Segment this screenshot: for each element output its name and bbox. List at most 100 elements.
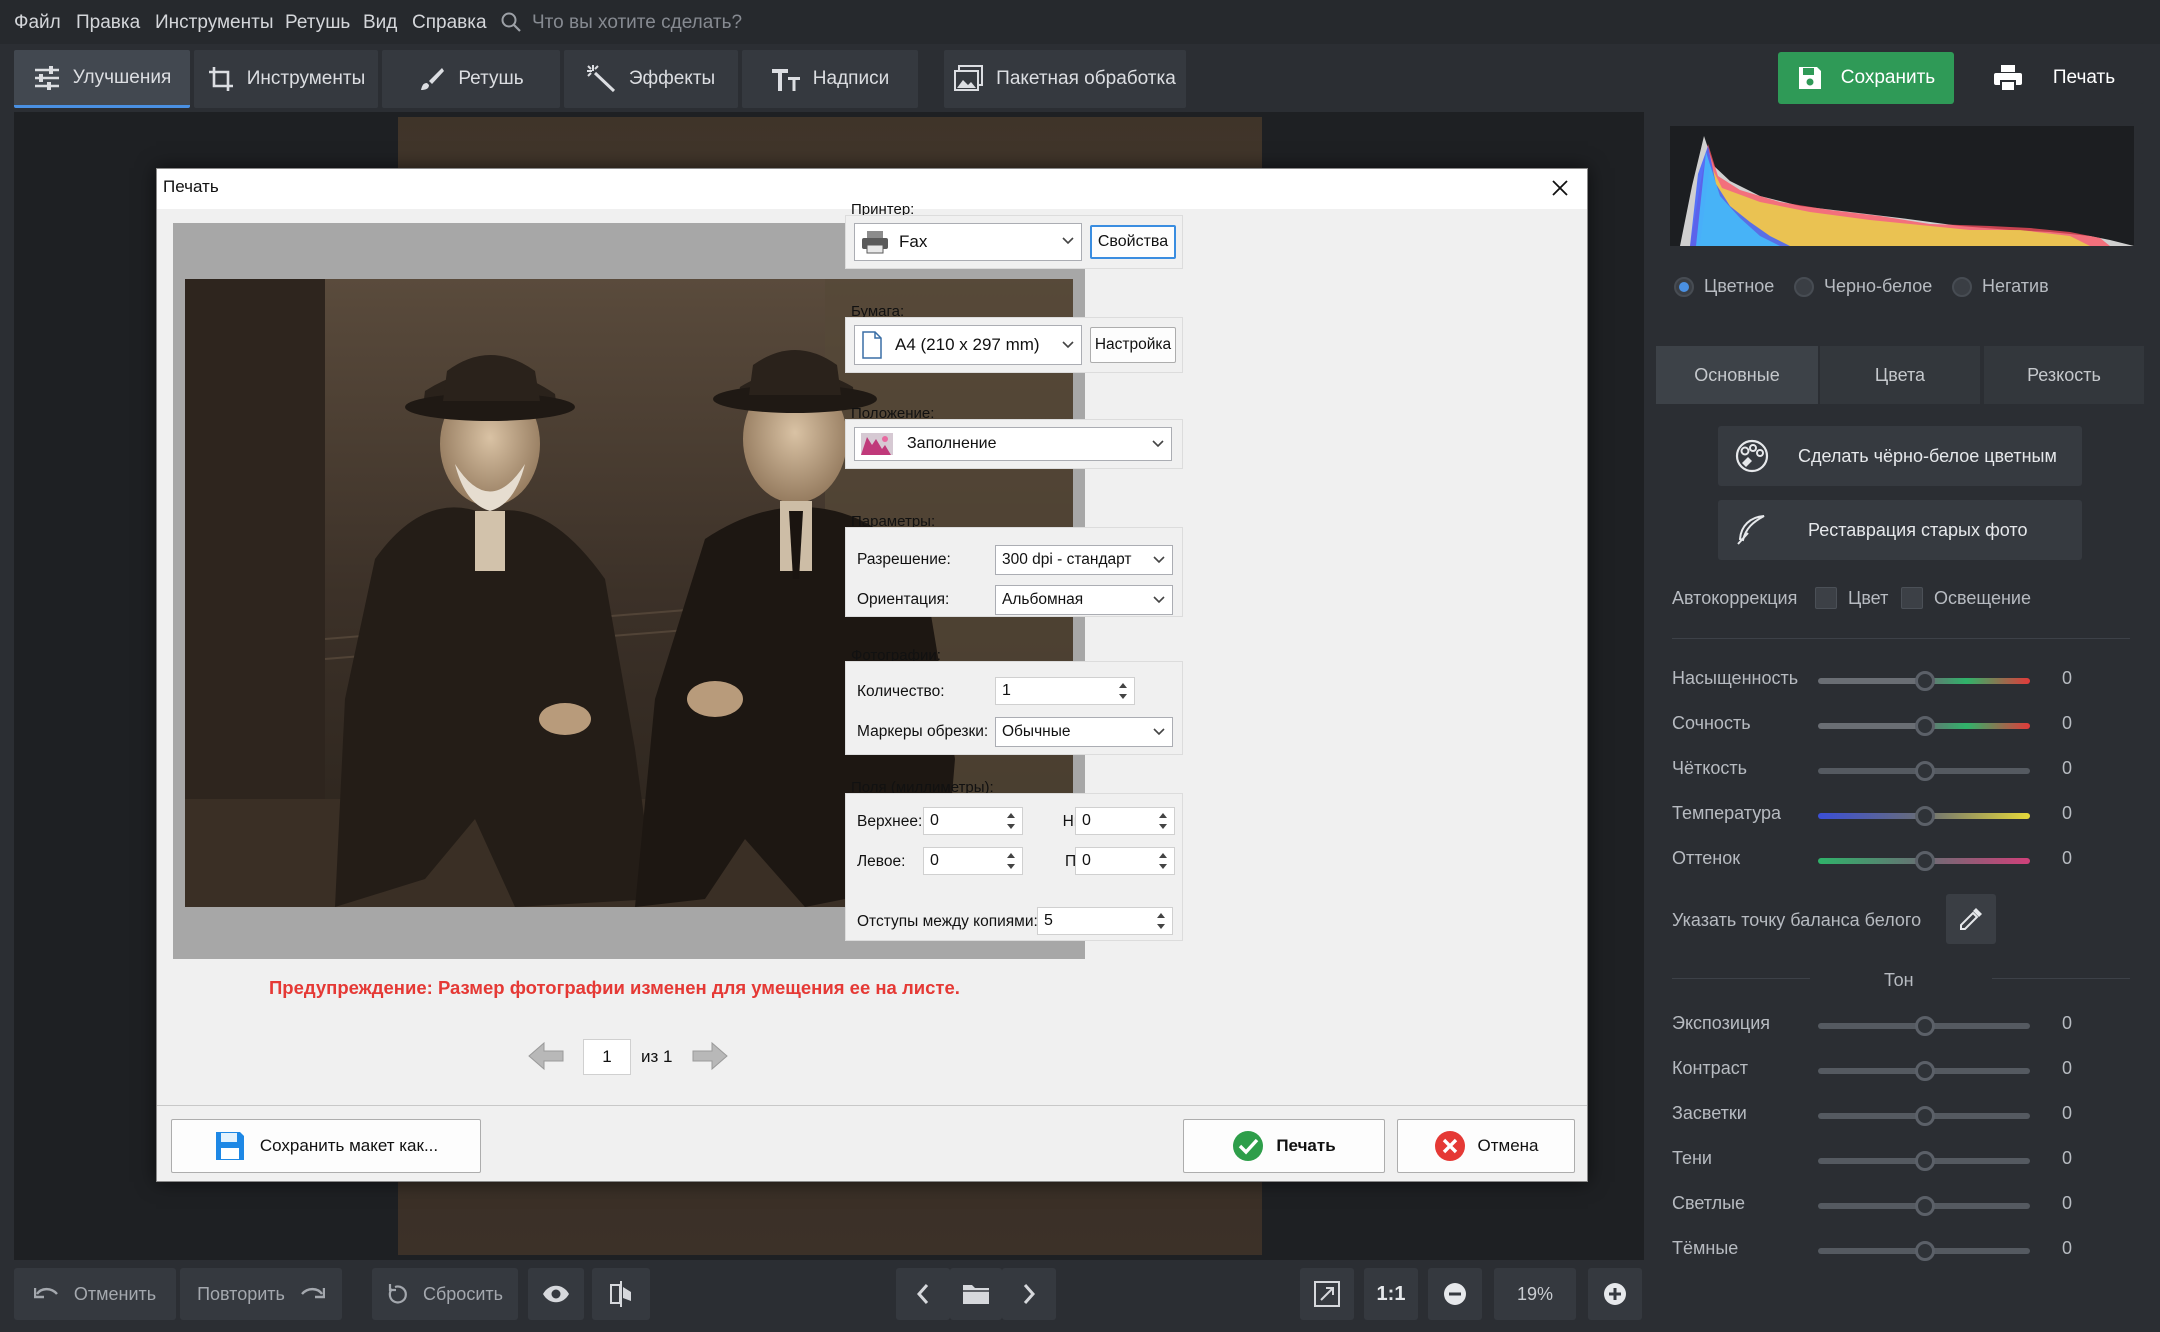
zoom-level[interactable]: 19% [1494, 1268, 1576, 1320]
mode-bw[interactable]: Черно-белое [1794, 276, 1932, 297]
lights-label: Светлые [1672, 1193, 1746, 1213]
mode-negative[interactable]: Негатив [1952, 276, 2049, 297]
tab-text[interactable]: Надписи [742, 50, 918, 108]
tint-slider-handle[interactable] [1915, 851, 1935, 871]
printer-properties-button[interactable]: Свойства [1090, 225, 1176, 259]
stepper-arrows-icon[interactable] [1154, 910, 1168, 932]
menu-help[interactable]: Справка [412, 0, 487, 44]
page-number-input[interactable]: 1 [583, 1039, 631, 1075]
paper-setup-button[interactable]: Настройка [1090, 327, 1176, 363]
prev-page-arrow-icon[interactable] [527, 1041, 565, 1071]
highlights-slider-handle[interactable] [1915, 1106, 1935, 1126]
highlights-value: 0 [2062, 1103, 2073, 1123]
darks-value: 0 [2062, 1238, 2073, 1258]
lights-value: 0 [2062, 1193, 2073, 1213]
contrast-slider-handle[interactable] [1915, 1061, 1935, 1081]
colorize-button[interactable]: Сделать чёрно-белое цветным [1718, 426, 2082, 486]
temperature-value: 0 [2062, 803, 2073, 823]
vibrance-slider-handle[interactable] [1915, 716, 1935, 736]
menu-view[interactable]: Вид [363, 0, 397, 44]
print-button[interactable]: Печать [1964, 52, 2144, 104]
compare-button[interactable] [592, 1268, 650, 1320]
shadows-slider-handle[interactable] [1915, 1151, 1935, 1171]
count-stepper[interactable]: 1 [995, 677, 1135, 705]
bottom-margin-stepper[interactable]: 0 [1075, 807, 1175, 835]
stepper-arrows-icon[interactable] [1116, 680, 1130, 702]
save-layout-button[interactable]: Сохранить макет как... [171, 1119, 481, 1173]
batch-processing-button[interactable]: Пакетная обработка [944, 50, 1186, 108]
paper-value: A4 (210 x 297 mm) [895, 335, 1040, 354]
dialog-print-button[interactable]: Печать [1183, 1119, 1385, 1173]
reset-button[interactable]: Сбросить [372, 1268, 518, 1320]
temperature-slider-handle[interactable] [1915, 806, 1935, 826]
close-icon[interactable] [1545, 173, 1575, 203]
next-image-button[interactable] [1002, 1268, 1056, 1320]
save-button[interactable]: Сохранить [1778, 52, 1954, 104]
tab-retouch[interactable]: Ретушь [382, 50, 560, 108]
open-folder-button[interactable] [950, 1268, 1002, 1320]
search-icon[interactable] [500, 11, 522, 33]
top-margin-stepper[interactable]: 0 [923, 807, 1023, 835]
left-margin-stepper[interactable]: 0 [923, 847, 1023, 875]
white-balance-label: Указать точку баланса белого [1672, 910, 1922, 930]
resolution-select[interactable]: 300 dpi - стандарт [995, 545, 1173, 575]
zoom-in-button[interactable] [1588, 1268, 1642, 1320]
resize-warning: Предупреждение: Размер фотографии измене… [269, 977, 960, 998]
exposure-slider-handle[interactable] [1915, 1016, 1935, 1036]
stepper-arrows-icon[interactable] [1156, 810, 1170, 832]
divider [1672, 638, 2130, 639]
autocorrect-color-checkbox[interactable] [1815, 587, 1837, 609]
clarity-slider-handle[interactable] [1915, 761, 1935, 781]
tab-colors[interactable]: Цвета [1820, 346, 1980, 404]
page-icon [861, 331, 883, 359]
printer-select[interactable]: Fax [854, 223, 1082, 261]
tab-effects[interactable]: Эффекты [564, 50, 738, 108]
right-margin-stepper[interactable]: 0 [1075, 847, 1175, 875]
orientation-select[interactable]: Альбомная [995, 585, 1173, 615]
saturation-label: Насыщенность [1672, 668, 1799, 688]
mode-negative-radio[interactable] [1952, 276, 1972, 297]
tab-basic[interactable]: Основные [1656, 346, 1818, 404]
mode-bw-radio[interactable] [1794, 276, 1814, 297]
prev-image-button[interactable] [896, 1268, 950, 1320]
actual-size-button[interactable]: 1:1 [1364, 1268, 1418, 1320]
spacing-stepper[interactable]: 5 [1037, 907, 1173, 935]
tab-tools[interactable]: Инструменты [194, 50, 378, 108]
saturation-slider-handle[interactable] [1915, 671, 1935, 691]
fit-screen-button[interactable] [1300, 1268, 1354, 1320]
autocorrect-light-checkbox[interactable] [1901, 587, 1923, 609]
menu-edit[interactable]: Правка [76, 0, 140, 44]
dialog-cancel-button[interactable]: Отмена [1397, 1119, 1575, 1173]
folder-icon [962, 1283, 990, 1305]
stepper-arrows-icon[interactable] [1004, 810, 1018, 832]
menu-tools[interactable]: Инструменты [155, 0, 273, 44]
paper-select[interactable]: A4 (210 x 297 mm) [854, 325, 1082, 365]
stepper-arrows-icon[interactable] [1004, 850, 1018, 872]
darks-slider-handle[interactable] [1915, 1241, 1935, 1261]
restore-photo-button[interactable]: Реставрация старых фото [1718, 500, 2082, 560]
undo-icon [33, 1284, 60, 1304]
vibrance-value: 0 [2062, 713, 2073, 733]
lights-slider-handle[interactable] [1915, 1196, 1935, 1216]
crop-marks-select[interactable]: Обычные [995, 717, 1173, 747]
tab-enhancements[interactable]: Улучшения [14, 50, 190, 108]
dialog-title: Печать [163, 177, 219, 196]
menu-retouch[interactable]: Ретушь [285, 0, 350, 44]
zoom-out-button[interactable] [1428, 1268, 1482, 1320]
palette-icon [1734, 439, 1770, 473]
redo-button[interactable]: Повторить [180, 1268, 342, 1320]
search-input[interactable]: Что вы хотите сделать? [532, 0, 742, 46]
stepper-arrows-icon[interactable] [1156, 850, 1170, 872]
tab-sharpness[interactable]: Резкость [1984, 346, 2144, 404]
mode-color[interactable]: Цветное [1674, 276, 1774, 297]
white-balance-picker-button[interactable] [1946, 894, 1996, 944]
preview-toggle-button[interactable] [528, 1268, 584, 1320]
mode-bw-label: Черно-белое [1824, 276, 1933, 296]
mode-color-radio[interactable] [1674, 276, 1694, 297]
page-of-label: из 1 [641, 1047, 673, 1066]
undo-button[interactable]: Отменить [14, 1268, 176, 1320]
next-page-arrow-icon[interactable] [691, 1041, 729, 1071]
menu-file[interactable]: Файл [14, 0, 61, 44]
position-select[interactable]: Заполнение [854, 427, 1172, 461]
floppy-icon [1797, 65, 1823, 91]
